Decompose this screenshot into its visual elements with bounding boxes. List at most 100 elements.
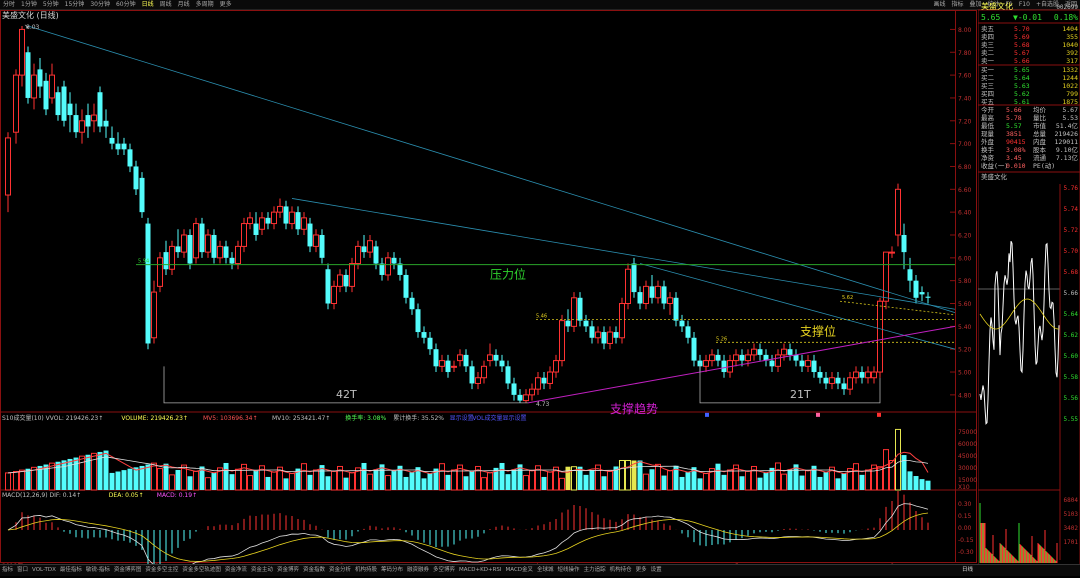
indicator-tab[interactable]: 资金净流 [223,565,249,576]
volume-tick: 45000 [958,453,977,460]
stat-value: 3.45 [1006,154,1022,162]
candle-down [55,92,61,116]
indicator-tab[interactable]: 资金多空主控 [143,565,180,576]
stat-label: 最低 [981,121,995,130]
candle-down [721,360,727,373]
stat-value: 5.53 [1062,114,1078,122]
indicator-tab[interactable]: 短线操作 [556,565,582,576]
candle-down [433,349,439,367]
indicator-tab[interactable]: 资金分析 [327,565,353,576]
indicator-tab[interactable]: 窗口 [15,565,30,576]
volume-header: 换手率: 3.08% [345,414,386,422]
volume-bar-up [451,469,457,491]
volume-tick: 30000 [958,465,977,472]
candle-up [367,240,373,253]
stat-label: 均价 [1033,105,1047,114]
volume-bar-down [109,472,115,490]
indicator-tab[interactable]: 设置 [649,565,664,576]
main-chart[interactable]: 8.00 7.80 7.60 7.40 7.20 7.00 6.80 6.60 6.40 6.20… [0,0,978,575]
volume-bar-down [505,474,511,490]
price-tick: 7.60 [958,73,972,80]
volume-bar-down [145,464,151,490]
candle-down [163,252,169,270]
volume-bar-down [67,458,73,490]
candle-up [301,217,307,230]
volume-bar-down [661,475,667,490]
candle-down [67,103,73,116]
indicator-tab[interactable]: 机构持仓 [608,565,634,576]
indicator-tab[interactable]: 敏锐-指标 [84,565,112,576]
stat-value: 129011 [1055,138,1079,146]
candle-down [925,296,931,298]
indicator-tab[interactable]: 指标 [0,565,15,576]
candles [5,25,931,403]
buy-volume: 1332 [1062,66,1078,74]
candle-down [469,366,475,384]
indicator-tab[interactable]: 机构持股 [353,565,379,576]
candle-up [619,303,625,339]
volume-bar-up [289,472,295,491]
volume-bar-up [625,459,631,491]
candle-down [793,354,799,361]
indicator-tab[interactable]: 更多 [634,565,649,576]
indicator-tab[interactable]: VOL-TDX [30,565,58,576]
indicator-tab[interactable]: 主力追踪 [582,565,608,576]
candle-up [643,285,649,305]
indicator-tab[interactable]: MACD金叉 [504,565,536,576]
candle-down [187,234,193,264]
volume-bar-up [13,471,19,491]
candle-up [31,74,37,99]
candle-up [151,291,157,339]
volume-bar-down [115,471,121,490]
volume-bar-up [487,472,493,491]
volume-bar-down [307,474,313,490]
indicator-tab[interactable]: 资金博弈 [275,565,301,576]
volume-bar-down [925,480,931,490]
sell-volume: 355 [1066,33,1078,41]
indicator-tab[interactable]: 资金博弈图 [112,565,144,576]
candle-up [883,251,889,302]
candle-down [577,297,583,321]
candle-up [595,331,601,339]
candle-down [139,177,145,213]
sell-label: 卖三 [981,41,995,49]
candle-down [445,360,451,373]
period-indicator[interactable]: 日线 [960,565,975,576]
candle-up [709,354,715,362]
candle-down [391,257,397,264]
volume-bar-down [265,476,271,490]
volume-bar-down [739,476,745,490]
indicator-tab[interactable]: 筹码分布 [379,565,405,576]
indicator-tab[interactable]: 融资融券 [405,565,431,576]
indicator-tab[interactable]: 多空博弈 [431,565,457,576]
candle-down [397,263,403,275]
sell-label: 卖四 [981,33,994,41]
indicator-tab[interactable]: 全球城 [535,565,556,576]
stat-value: 7.13亿 [1056,153,1079,162]
stat-label: PE(动) [1033,162,1055,170]
price-tick: 6.60 [958,187,972,194]
volume-header: MV5: 103696.34↑ [203,415,258,422]
volume-bar-up [529,470,535,491]
candle-down [127,149,133,167]
indicator-tab[interactable]: 最佳指标 [58,565,84,576]
indicator-tab[interactable]: 资金主动 [249,565,275,576]
volume-bar-down [823,472,829,490]
volume-bar-down [721,474,727,490]
volume-bar-up [205,477,211,491]
candle-up [535,377,541,390]
indicator-tab[interactable]: 资金指数 [301,565,327,576]
indicator-tab[interactable]: MACD+KD+RSI [457,565,503,576]
volume-bar-down [499,462,505,490]
support-label: 支撑位 [800,323,836,338]
volume-header: S10成交量(10) VVOL: 219426.23↑ [2,414,103,422]
volume-bar-down [715,463,721,490]
sell-price: 5.70 [1014,25,1030,33]
indicator-tab[interactable]: 资金多空轨迹图 [180,565,223,576]
stat-value: 5.66 [1006,106,1022,114]
support-line-562 [839,300,956,316]
candle-down [787,349,793,355]
candle-down [121,143,127,150]
mini-vol-tick: 5103 [1064,511,1079,518]
candle-up [847,377,853,390]
